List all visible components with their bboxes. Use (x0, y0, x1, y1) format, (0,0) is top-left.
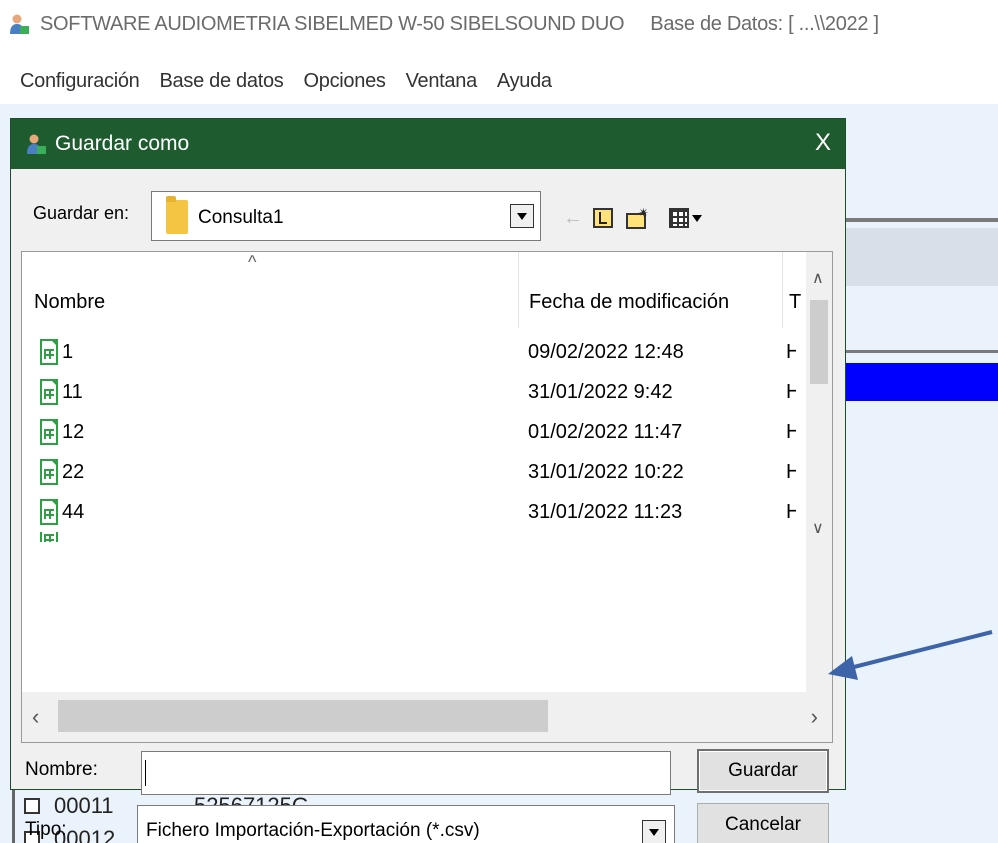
annotation-arrow-icon (828, 630, 993, 680)
